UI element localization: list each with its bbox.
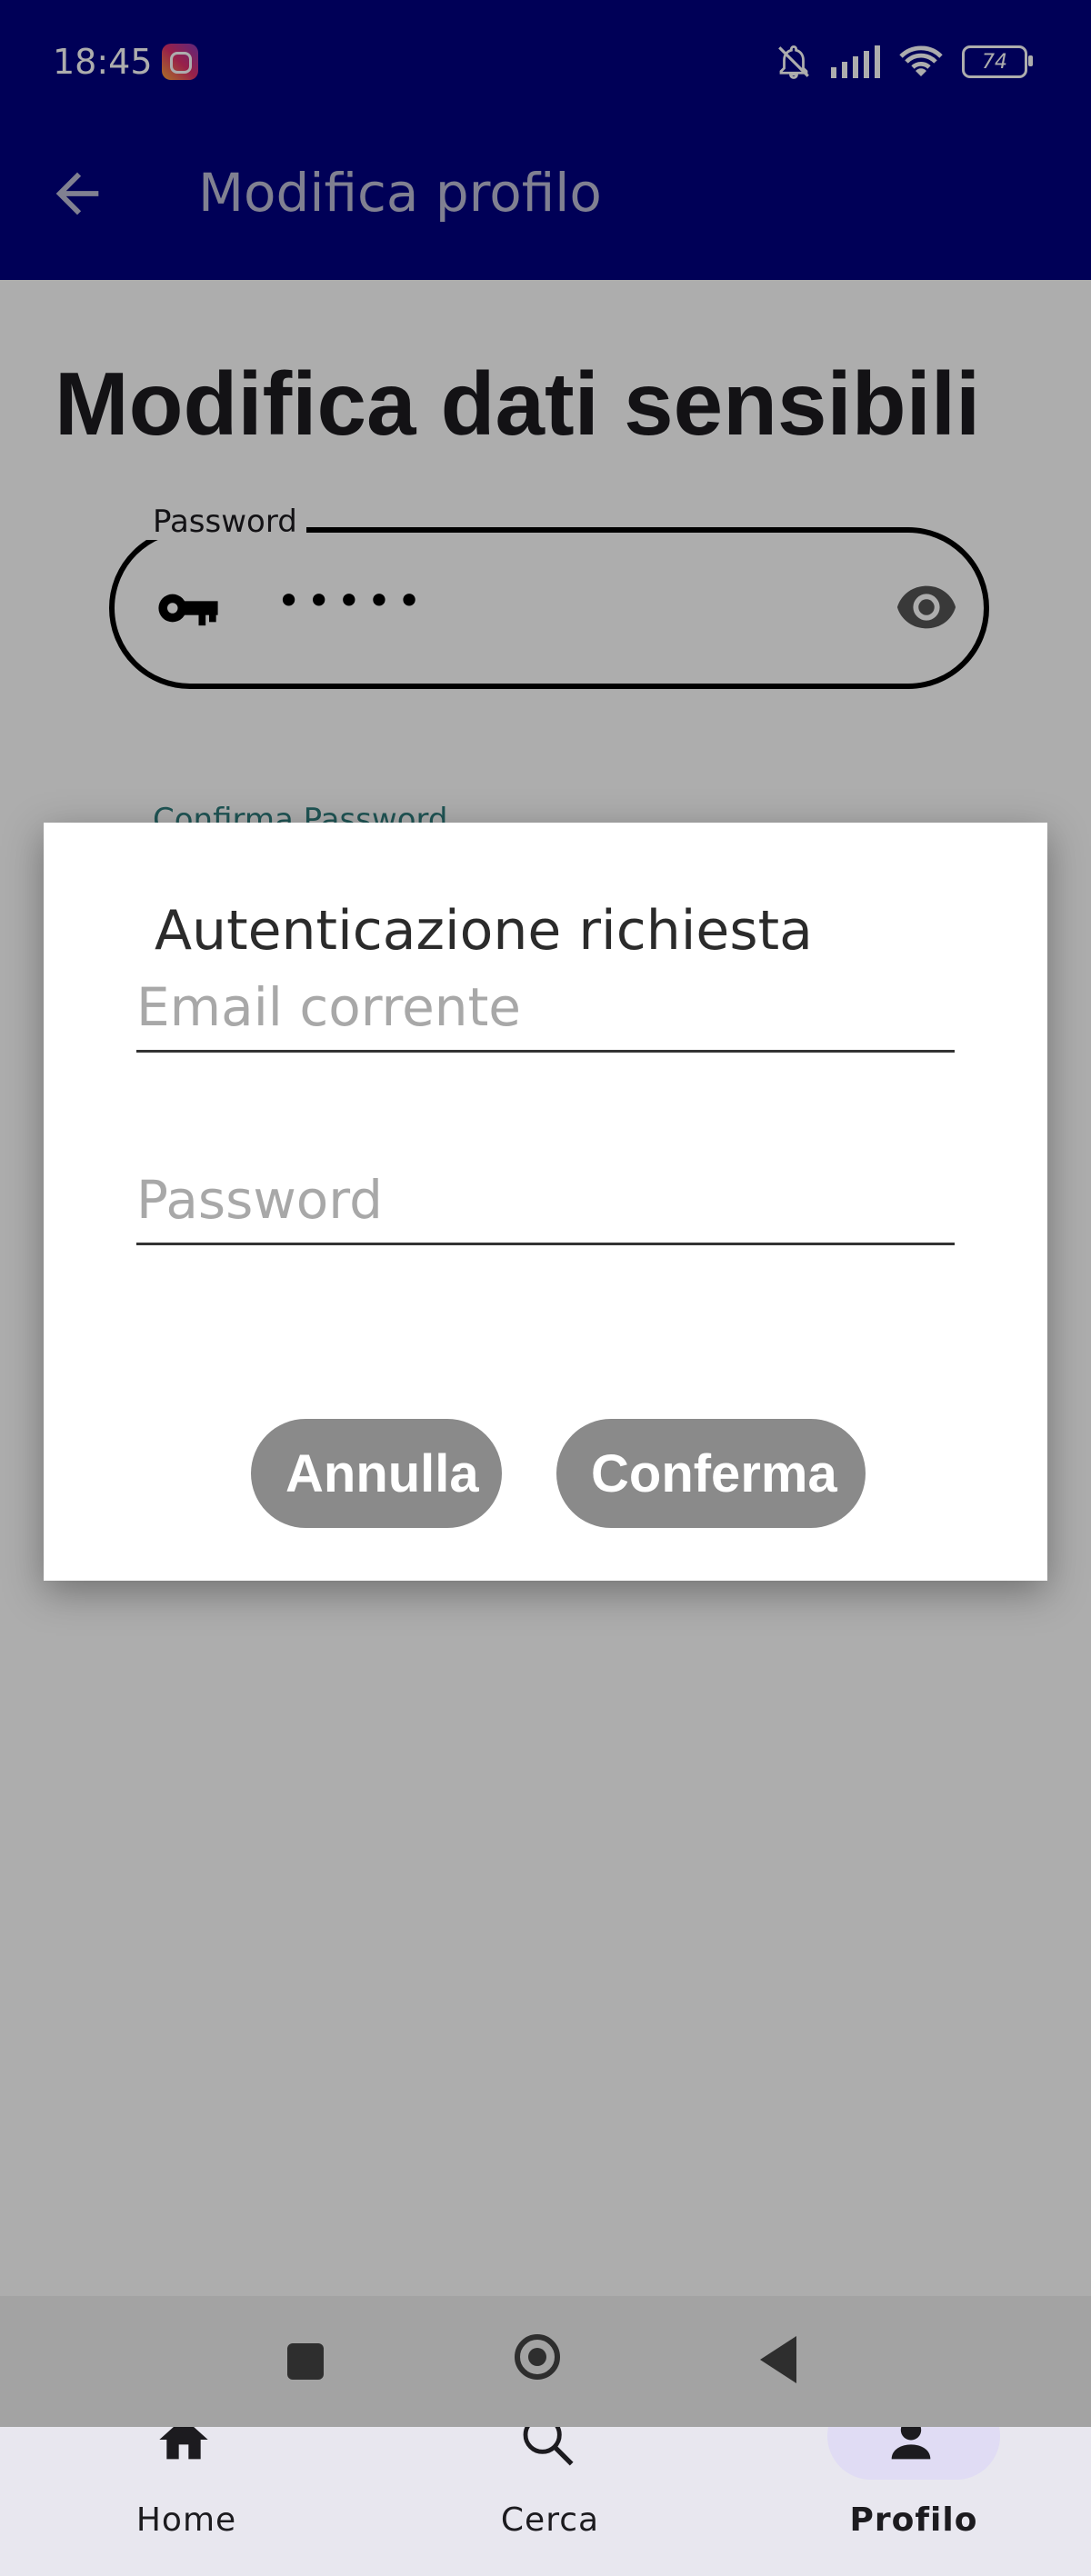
cancel-button[interactable]: Annulla [251, 1419, 502, 1528]
confirm-button[interactable]: Conferma [556, 1419, 866, 1528]
dialog-title: Autenticazione richiesta [155, 899, 813, 963]
nav-label-profile: Profilo [849, 2501, 978, 2539]
nav-label-home: Home [135, 2501, 237, 2539]
dialog-password-input[interactable] [136, 1161, 955, 1239]
nav-label-search: Cerca [500, 2501, 600, 2539]
current-email-field [136, 968, 955, 1053]
dialog-password-field [136, 1161, 955, 1245]
current-email-input[interactable] [136, 968, 955, 1046]
authentication-dialog: Autenticazione richiesta Annulla Conferm… [44, 823, 1047, 1581]
